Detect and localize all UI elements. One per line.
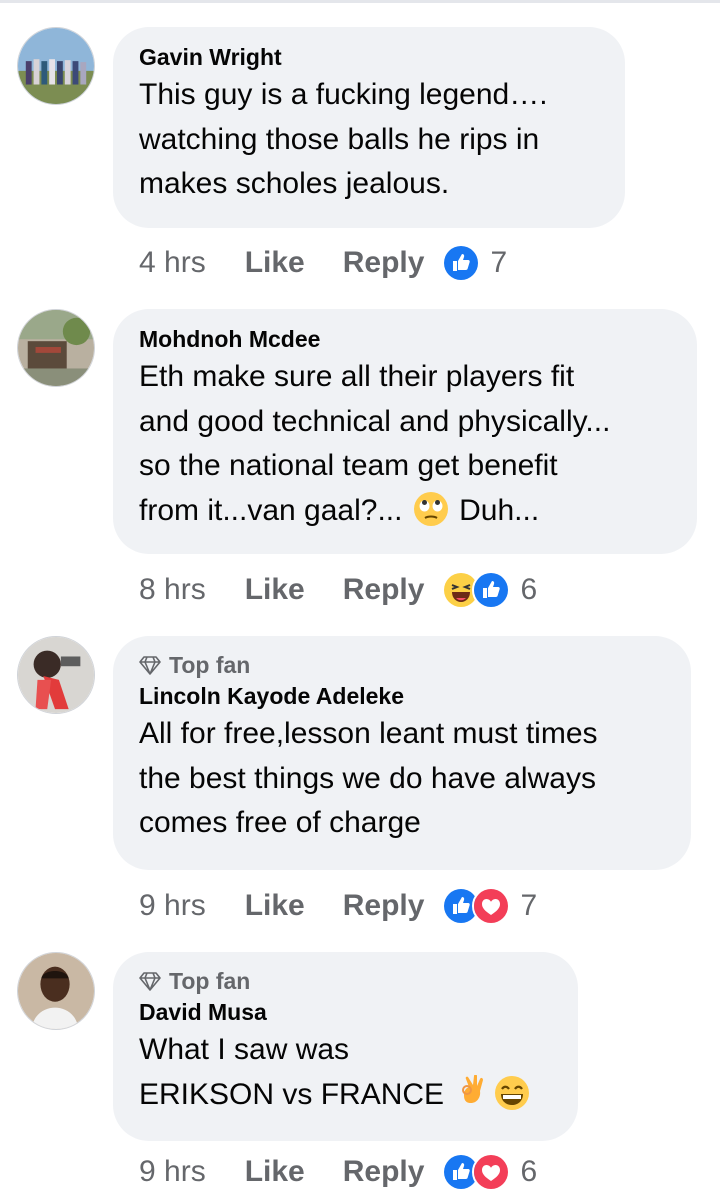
comment-text-fragment: from it...van gaal?... (139, 493, 403, 527)
badge-label: Top fan (169, 968, 251, 994)
like-button[interactable]: Like (245, 889, 305, 923)
comment-bubble: Top fan Lincoln Kayode Adeleke All for f… (113, 636, 691, 870)
top-fan-badge[interactable]: Top fan (139, 650, 665, 680)
reaction-count[interactable]: 7 (520, 889, 537, 923)
avatar[interactable] (17, 952, 95, 1030)
comment-actions: 4 hrs Like Reply 7 (139, 241, 507, 285)
like-button[interactable]: Like (245, 573, 305, 607)
love-icon (472, 887, 511, 925)
like-icon (442, 244, 481, 282)
reaction-summary[interactable] (442, 1153, 511, 1191)
comment-text-line: and good technical and physically... (139, 404, 611, 438)
comment-bubble: Gavin Wright This guy is a fucking legen… (113, 27, 625, 228)
comment-actions: 9 hrs Like Reply 7 (139, 884, 537, 928)
comment-text-line: This guy is a fucking legend…. (139, 78, 548, 111)
ok-hand-emoji-icon (454, 1074, 490, 1111)
comment-author[interactable]: David Musa (139, 996, 552, 1028)
comment-actions: 8 hrs Like Reply 6 (139, 568, 537, 612)
comment-bubble: Top fan David Musa What I saw was ERIKSO… (113, 952, 578, 1141)
love-icon (472, 1153, 511, 1191)
avatar[interactable] (17, 636, 95, 714)
comment-bubble: Mohdnoh Mcdee Eth make sure all their pl… (113, 309, 697, 554)
comment-actions: 9 hrs Like Reply 6 (139, 1150, 537, 1194)
reaction-summary[interactable] (442, 887, 511, 925)
diamond-icon (139, 656, 161, 675)
avatar[interactable] (17, 309, 95, 387)
comment-timestamp[interactable]: 9 hrs (139, 889, 206, 923)
reply-button[interactable]: Reply (343, 1155, 425, 1189)
like-icon (472, 571, 511, 609)
diamond-icon (139, 972, 161, 991)
comment-text-line: watching those balls he rips in (139, 122, 540, 156)
comment-text-line: Eth make sure all their players fit (139, 360, 575, 393)
comment-text-line: from it...van gaal?... Duh... (139, 489, 671, 534)
reaction-count[interactable]: 7 (490, 246, 507, 280)
comment-timestamp[interactable]: 4 hrs (139, 246, 206, 280)
reaction-count[interactable]: 6 (520, 573, 537, 607)
comment-author[interactable]: Gavin Wright (139, 41, 599, 73)
reaction-summary[interactable] (442, 571, 511, 609)
comment-text-line: What I saw was (139, 1033, 350, 1066)
comment-text-line: so the national team get benefit (139, 449, 558, 482)
comment-timestamp[interactable]: 9 hrs (139, 1155, 206, 1189)
comment-text-line: comes free of charge (139, 806, 421, 839)
like-button[interactable]: Like (245, 246, 305, 280)
comment-author[interactable]: Mohdnoh Mcdee (139, 323, 671, 355)
reply-button[interactable]: Reply (343, 889, 425, 923)
reaction-count[interactable]: 6 (520, 1155, 537, 1189)
reaction-summary[interactable] (442, 244, 481, 282)
comment-text-fragment: Duh... (459, 493, 540, 527)
like-button[interactable]: Like (245, 1155, 305, 1189)
avatar[interactable] (17, 27, 95, 105)
badge-label: Top fan (169, 652, 251, 678)
reply-button[interactable]: Reply (343, 573, 425, 607)
top-divider (0, 0, 720, 3)
reply-button[interactable]: Reply (343, 246, 425, 280)
eye-roll-emoji-icon (413, 491, 449, 527)
comment-text-line: All for free,lesson leant must times (139, 717, 598, 750)
comment-author[interactable]: Lincoln Kayode Adeleke (139, 680, 665, 712)
comment-text-fragment: ERIKSON vs FRANCE (139, 1077, 445, 1111)
grinning-emoji-icon (494, 1075, 530, 1111)
comment-text-line: ERIKSON vs FRANCE (139, 1073, 552, 1118)
comment-text-line: the best things we do have always (139, 761, 596, 795)
top-fan-badge[interactable]: Top fan (139, 966, 552, 996)
comment-text-line: makes scholes jealous. (139, 167, 450, 200)
comment-timestamp[interactable]: 8 hrs (139, 573, 206, 607)
